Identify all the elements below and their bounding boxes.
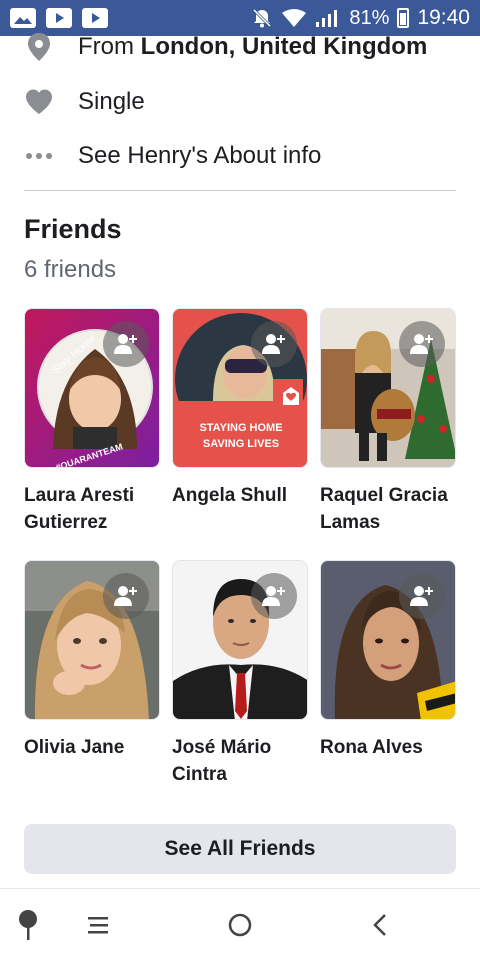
friend-card[interactable]: Olivia Jane [24,560,160,761]
friend-photo[interactable]: STAYING HOME SAVING LIVES [172,308,308,468]
friend-name[interactable]: Olivia Jane [24,734,160,761]
back-nav-button[interactable] [362,907,398,943]
friends-section-title: Friends [24,214,122,244]
add-friend-button[interactable] [103,321,149,367]
add-friend-icon [410,586,433,606]
friend-photo[interactable] [172,560,308,720]
frame-text-line2: SAVING LIVES [203,438,279,450]
home-nav-button[interactable] [222,907,258,943]
friends-count: 6 friends [24,256,117,283]
friend-photo[interactable]: Stay Home #QUARANTEAM [24,308,160,468]
add-friend-icon [410,334,433,354]
friend-name[interactable]: Raquel Gracia Lamas [320,482,456,536]
heart-icon [24,87,54,117]
location-pin-icon [24,32,54,62]
relationship-status: Single [78,88,145,115]
frame-text-line1: STAYING HOME [199,422,282,434]
friend-photo[interactable] [320,308,456,468]
back-chevron-icon [373,914,386,936]
friend-card[interactable]: Stay Home #QUARANTEAM Laura Aresti Gutie… [24,308,160,536]
friend-name[interactable]: Angela Shull [172,482,308,509]
more-dots-icon [24,141,54,171]
navigation-bar [0,888,480,960]
pin-nav-button[interactable] [10,907,46,943]
friend-card[interactable]: José Mário Cintra [172,560,308,788]
see-about-info-link[interactable]: See Henry's About info [24,131,456,181]
see-about-info-label: See Henry's About info [78,142,322,169]
add-friend-button[interactable] [399,321,445,367]
friend-photo[interactable] [320,560,456,720]
add-friend-button[interactable] [399,573,445,619]
add-friend-icon [262,334,285,354]
add-friend-button[interactable] [251,573,297,619]
add-friend-button[interactable] [251,321,297,367]
friend-name[interactable]: Laura Aresti Gutierrez [24,482,160,536]
friend-photo[interactable] [24,560,160,720]
friend-card[interactable]: STAYING HOME SAVING LIVES Angela Shull [172,308,308,509]
friend-name[interactable]: Rona Alves [320,734,456,761]
friend-card[interactable]: Rona Alves [320,560,456,761]
divider [24,190,456,191]
about-row-relationship: Single [24,77,456,127]
pin-icon [19,910,37,940]
add-friend-icon [114,334,137,354]
see-all-friends-button[interactable]: See All Friends [24,824,456,874]
home-circle-icon [228,913,252,937]
screen: 81% 19:40 From London, United Kingdom Si… [0,0,480,960]
from-location: London, United Kingdom [140,33,428,60]
add-friend-icon [114,586,137,606]
friend-card[interactable]: Raquel Gracia Lamas [320,308,456,536]
about-from-text: From London, United Kingdom [78,33,428,60]
add-friend-button[interactable] [103,573,149,619]
about-row-from: From London, United Kingdom [24,22,456,72]
menu-nav-button[interactable] [80,907,116,943]
friend-name[interactable]: José Mário Cintra [172,734,308,788]
add-friend-icon [262,586,285,606]
menu-icon [88,917,108,934]
